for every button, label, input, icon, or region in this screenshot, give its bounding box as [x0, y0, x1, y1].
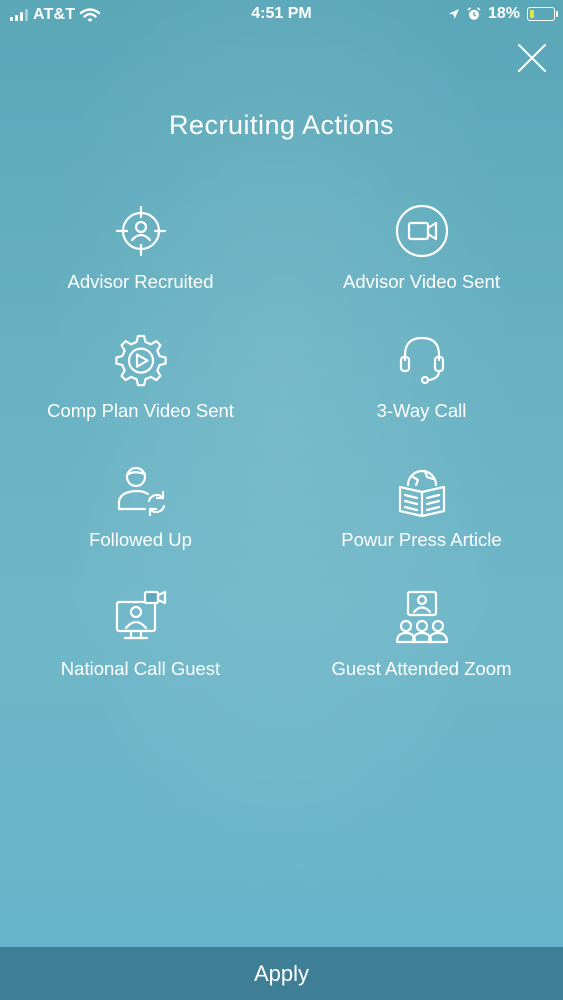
- monitor-video-icon: [115, 590, 166, 640]
- action-advisor-recruited[interactable]: Advisor Recruited: [0, 201, 281, 293]
- action-label: Comp Plan Video Sent: [47, 400, 234, 421]
- headset-icon: [399, 336, 444, 385]
- globe-book-icon: [398, 469, 445, 518]
- action-advisor-video-sent[interactable]: Advisor Video Sent: [281, 201, 562, 293]
- person-refresh-icon: [117, 466, 165, 517]
- action-label: Guest Attended Zoom: [331, 658, 512, 679]
- action-guest-attended-zoom[interactable]: Guest Attended Zoom: [281, 588, 562, 680]
- action-label: Advisor Recruited: [67, 271, 214, 292]
- apply-label: Apply: [253, 960, 310, 986]
- action-followed-up[interactable]: Followed Up: [0, 459, 281, 551]
- action-label: National Call Guest: [60, 658, 221, 679]
- action-national-call-guest[interactable]: National Call Guest: [0, 588, 281, 680]
- group-video-icon: [395, 590, 448, 644]
- action-3-way-call[interactable]: 3-Way Call: [281, 330, 562, 422]
- action-comp-plan-video-sent[interactable]: Comp Plan Video Sent: [0, 330, 281, 422]
- action-label: Followed Up: [89, 529, 192, 550]
- action-label: 3-Way Call: [376, 400, 467, 421]
- action-label: Advisor Video Sent: [342, 271, 500, 292]
- gear-play-icon: [114, 334, 167, 387]
- apply-button[interactable]: Apply: [0, 947, 563, 1000]
- video-camera-icon: [395, 204, 448, 258]
- target-person-icon: [115, 205, 166, 257]
- recruiting-actions-grid: Advisor Recruited Advisor Video Sent Com…: [0, 0, 563, 1000]
- action-label: Powur Press Article: [341, 529, 502, 550]
- action-powur-press-article[interactable]: Powur Press Article: [281, 459, 562, 551]
